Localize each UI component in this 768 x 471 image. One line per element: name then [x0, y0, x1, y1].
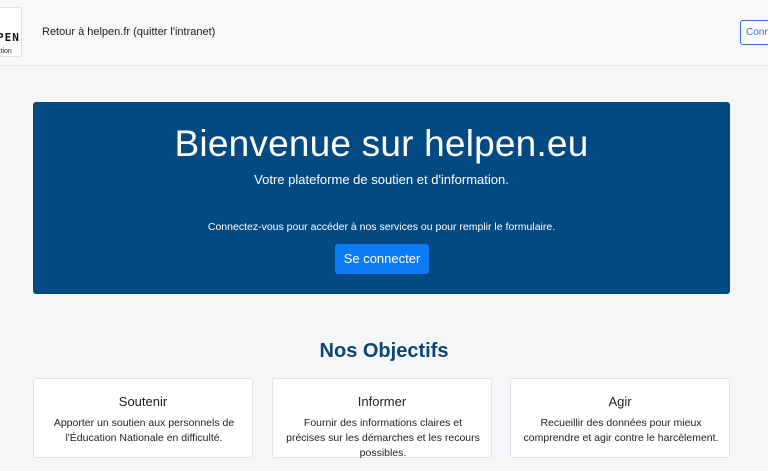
objective-card-agir: Agir Recueillir des données pour mieux c…: [510, 378, 730, 458]
objective-text: Recueillir des données pour mieux compre…: [523, 417, 719, 444]
site-logo[interactable]: PEN stion: [0, 7, 22, 57]
objectives-title: Nos Objectifs: [319, 340, 449, 362]
hero-subtitle: Votre plateforme de soutien et d'informa…: [254, 172, 509, 187]
logo-subtext: stion: [0, 48, 12, 55]
objective-title: Soutenir: [118, 394, 168, 409]
objective-text: Fournir des informations claires et préc…: [286, 417, 480, 459]
hero-title: Bienvenue sur helpen.eu: [174, 123, 589, 164]
logo-mark: PEN: [0, 31, 20, 44]
header-login-button[interactable]: Conne: [740, 20, 768, 45]
hero-login-prompt: Connectez-vous pour accéder à nos servic…: [207, 221, 556, 233]
login-button[interactable]: Se connecter: [335, 244, 429, 274]
objective-title: Agir: [608, 394, 632, 409]
objective-text: Apporter un soutien aux personnels de l'…: [53, 417, 235, 444]
objective-card-informer: Informer Fournir des informations claire…: [272, 378, 492, 459]
objective-card-soutenir: Soutenir Apporter un soutien aux personn…: [33, 378, 253, 458]
welcome-hero: Bienvenue sur helpen.eu Votre plateforme…: [33, 102, 730, 294]
back-to-helpen-link[interactable]: Retour à helpen.fr (quitter l'intranet): [42, 26, 215, 38]
top-header: PEN stion Retour à helpen.fr (quitter l'…: [0, 0, 768, 66]
objective-title: Informer: [357, 394, 407, 409]
